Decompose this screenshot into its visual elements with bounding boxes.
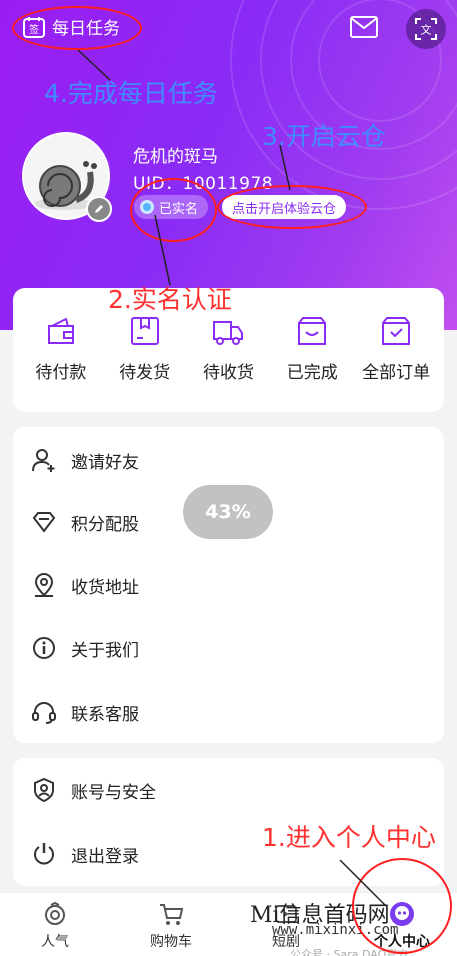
order-pending-shipment[interactable]: 待发货 xyxy=(103,314,187,412)
translate-button[interactable]: 文 xyxy=(406,9,446,49)
tab-popularity[interactable]: 人气 xyxy=(15,901,95,951)
menu-item-label: 退出登录 xyxy=(71,846,139,867)
menu-item-points[interactable]: 积分配股 xyxy=(31,507,139,537)
shield-icon xyxy=(34,777,54,803)
progress-overlay: 43% xyxy=(183,485,273,539)
menu-item-logout[interactable]: 退出登录 xyxy=(31,839,139,869)
order-all[interactable]: 全部订单 xyxy=(354,314,438,412)
menu-item-security[interactable]: 账号与安全 xyxy=(31,775,156,805)
cart-icon xyxy=(160,904,184,925)
order-label: 待付款 xyxy=(35,363,87,383)
menu-item-label: 积分配股 xyxy=(71,514,139,535)
order-label: 全部订单 xyxy=(362,363,431,383)
annotation-step1: 1.进入个人中心 xyxy=(262,823,436,852)
order-label: 已完成 xyxy=(286,363,338,383)
annotation-circle-profile-tab xyxy=(352,858,452,954)
mail-icon[interactable] xyxy=(350,16,378,38)
menu-item-label: 账号与安全 xyxy=(71,782,156,803)
username: 危机的斑马 xyxy=(133,147,218,167)
annotation-step2: 2.实名认证 xyxy=(108,285,232,314)
pencil-icon xyxy=(95,205,103,213)
location-icon xyxy=(34,573,54,597)
tab-label: 人气 xyxy=(41,934,69,950)
menu-item-about[interactable]: 关于我们 xyxy=(31,633,139,663)
order-pending-payment[interactable]: 待付款 xyxy=(19,314,103,412)
all-orders-icon xyxy=(382,317,411,345)
edit-avatar-button[interactable] xyxy=(86,196,112,222)
svg-text:文: 文 xyxy=(421,23,432,37)
truck-icon xyxy=(213,321,244,345)
done-box-icon xyxy=(298,317,327,345)
headset-icon xyxy=(32,702,56,724)
power-icon xyxy=(34,843,54,865)
annotation-step4: 4.完成每日任务 xyxy=(44,79,218,108)
menu-item-invite[interactable]: 邀请好友 xyxy=(31,445,139,475)
menu-item-label: 联系客服 xyxy=(71,704,139,725)
order-completed[interactable]: 已完成 xyxy=(270,314,354,412)
invite-user-icon xyxy=(32,449,55,472)
annotation-step3: 3.开启云仓 xyxy=(262,122,386,151)
annotation-circle-verified xyxy=(130,178,217,242)
tab-cart[interactable]: 购物车 xyxy=(131,901,211,951)
box-icon xyxy=(130,317,159,345)
annotation-circle-cloud xyxy=(217,185,367,229)
annotation-circle-daily-task xyxy=(12,6,142,50)
order-label: 待发货 xyxy=(119,363,171,383)
menu-item-label: 邀请好友 xyxy=(71,452,139,473)
wallet-icon xyxy=(47,317,74,344)
info-icon xyxy=(33,637,55,659)
menu-item-support[interactable]: 联系客服 xyxy=(31,697,139,727)
popularity-icon xyxy=(45,901,65,925)
menu-item-address[interactable]: 收货地址 xyxy=(31,570,139,600)
order-pending-receipt[interactable]: 待收货 xyxy=(187,314,271,412)
translate-icon: 文 xyxy=(415,18,437,40)
menu-item-label: 关于我们 xyxy=(71,640,139,661)
menu-item-label: 收货地址 xyxy=(71,577,139,598)
diamond-icon xyxy=(32,512,56,533)
tab-label: 购物车 xyxy=(150,934,192,950)
order-label: 待收货 xyxy=(202,363,254,383)
menu-card-main: 邀请好友 积分配股 收货地址 关于我们 联系客服 xyxy=(13,427,444,743)
